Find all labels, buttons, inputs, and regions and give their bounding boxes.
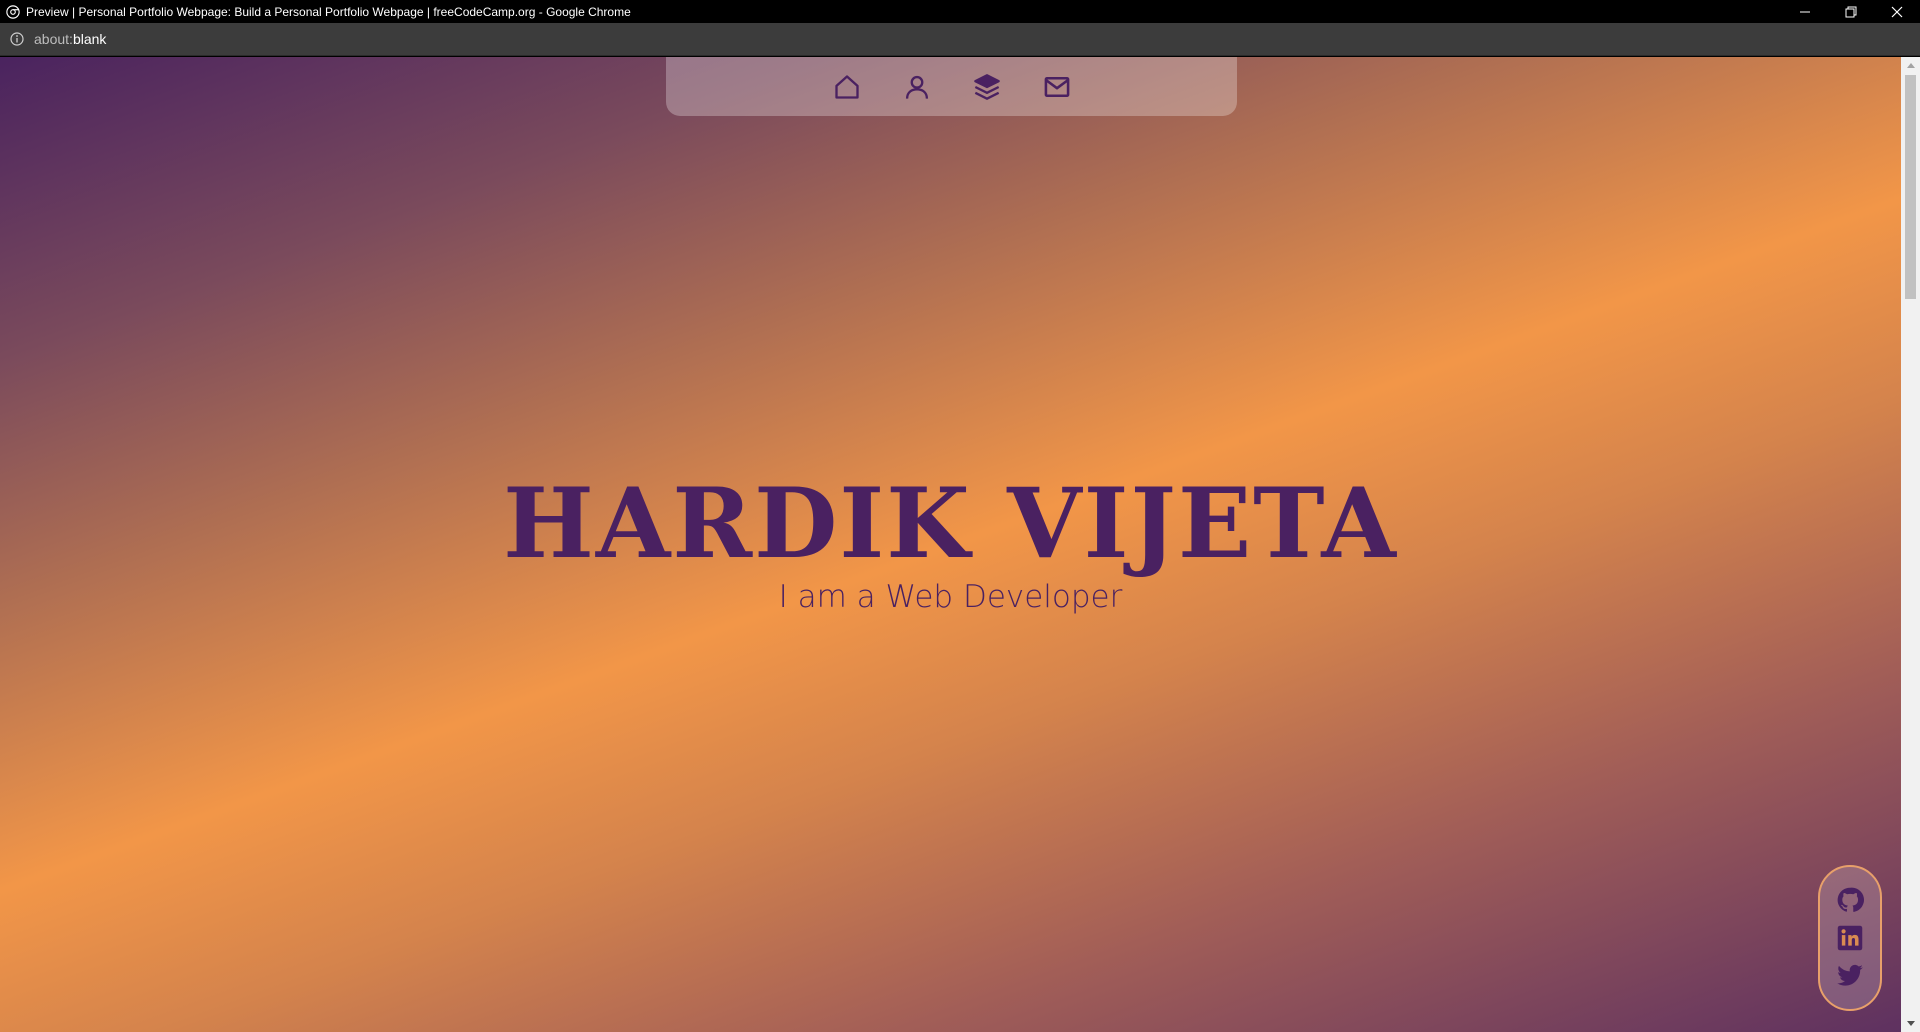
nav-projects-link[interactable] [972,72,1002,102]
mail-icon [1044,76,1069,97]
scroll-down-button[interactable] [1901,1015,1920,1032]
hero-subtitle: I am a Web Developer [778,579,1123,615]
layers-icon [973,73,1000,100]
window-title-bar: Preview | Personal Portfolio Webpage: Bu… [0,0,1920,23]
minimize-icon [1800,11,1810,12]
user-icon [905,75,928,99]
page-viewport: HARDIK VIJETA I am a Web Developer [0,57,1901,1032]
twitter-icon [1837,964,1863,986]
url-host: blank [72,31,107,47]
restore-icon [1845,6,1857,17]
minimize-button[interactable] [1782,0,1828,23]
close-button[interactable] [1874,0,1920,23]
window-title: Preview | Personal Portfolio Webpage: Bu… [26,4,631,19]
url-scheme: about: [34,31,73,47]
linkedin-icon [1837,925,1863,951]
triangle-up-icon [1906,63,1915,68]
nav-about-link[interactable] [902,72,932,102]
nav-contact-link[interactable] [1042,72,1072,102]
url-text[interactable]: about:blank [34,31,106,47]
chrome-icon [6,4,20,19]
github-link[interactable] [1836,886,1864,914]
scrollbar-thumb[interactable] [1905,75,1916,299]
address-bar[interactable]: about:blank [0,23,1920,56]
nav-home-link[interactable] [832,72,862,102]
info-icon[interactable] [10,32,24,46]
close-icon [1891,6,1903,17]
home-icon [834,74,859,99]
navbar [666,57,1237,116]
scroll-up-button[interactable] [1901,57,1920,74]
page-scrollbar[interactable] [1901,57,1920,1032]
twitter-link[interactable] [1836,962,1864,990]
github-icon [1837,887,1864,912]
linkedin-link[interactable] [1836,924,1864,952]
restore-button[interactable] [1828,0,1874,23]
social-links [1818,865,1882,1011]
triangle-down-icon [1906,1021,1915,1026]
hero-name: HARDIK VIJETA [503,467,1398,580]
